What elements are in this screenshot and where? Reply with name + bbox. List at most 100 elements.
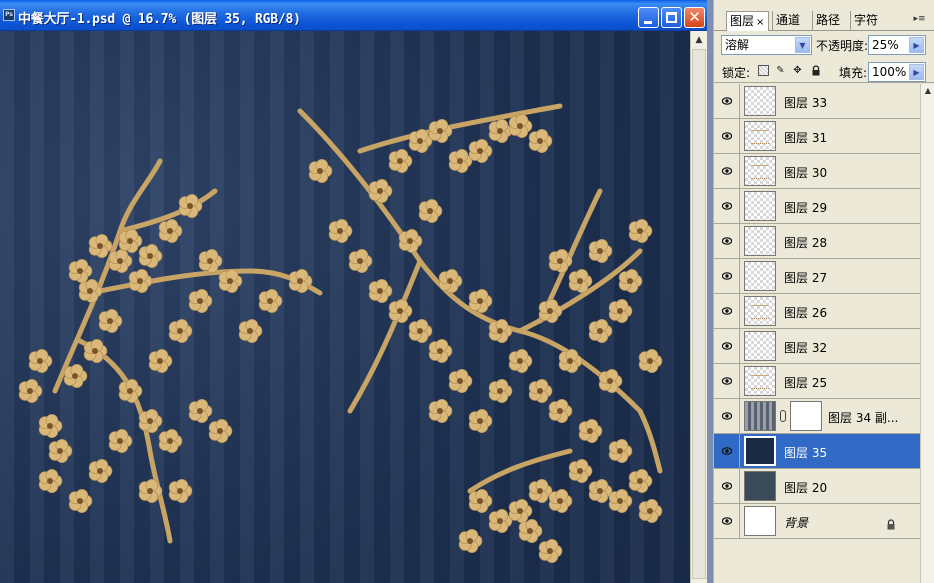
layer-thumbnail[interactable] bbox=[744, 366, 776, 396]
blossom-flower bbox=[468, 408, 493, 434]
fill-slider-arrow-icon[interactable]: ▶ bbox=[909, 64, 924, 80]
visibility-toggle[interactable] bbox=[714, 259, 740, 293]
blossom-flower bbox=[138, 244, 163, 268]
blossom-flower bbox=[348, 249, 373, 273]
layer-name[interactable]: 图层 29 bbox=[784, 199, 827, 216]
layer-mask-thumbnail[interactable] bbox=[790, 401, 822, 431]
document-titlebar[interactable]: Ps 中餐大厅-1.psd @ 16.7% (图层 35, RGB/8) ✕ bbox=[0, 0, 707, 31]
blossom-flower bbox=[488, 119, 513, 143]
layer-thumbnail[interactable] bbox=[744, 296, 776, 326]
visibility-toggle[interactable] bbox=[714, 189, 740, 223]
blossom-flower bbox=[308, 159, 333, 183]
layer-thumbnail[interactable] bbox=[744, 121, 776, 151]
layer-row[interactable]: 图层 27 bbox=[714, 259, 920, 294]
visibility-toggle[interactable] bbox=[714, 469, 740, 503]
opacity-field[interactable]: 25% ▶ bbox=[868, 35, 926, 55]
blossom-flower bbox=[83, 338, 108, 364]
maximize-icon bbox=[666, 12, 677, 23]
scroll-up-arrow-icon[interactable]: ▲ bbox=[922, 85, 934, 97]
blossom-flower bbox=[528, 478, 553, 504]
layer-name[interactable]: 背景 bbox=[784, 514, 808, 531]
scrollbar-thumb[interactable] bbox=[692, 49, 706, 579]
tab-paths[interactable]: 路径 bbox=[812, 11, 843, 31]
visibility-toggle[interactable] bbox=[714, 399, 740, 433]
layer-name[interactable]: 图层 32 bbox=[784, 339, 827, 356]
blossom-flower bbox=[408, 318, 433, 344]
mask-link-chain-icon[interactable] bbox=[780, 410, 786, 422]
visibility-toggle[interactable] bbox=[714, 84, 740, 118]
lock-pixels-brush-icon[interactable]: ✎ bbox=[775, 65, 786, 76]
visibility-toggle[interactable] bbox=[714, 119, 740, 153]
layer-name[interactable]: 图层 33 bbox=[784, 94, 827, 111]
layer-name[interactable]: 图层 31 bbox=[784, 129, 827, 146]
layer-name[interactable]: 图层 26 bbox=[784, 304, 827, 321]
blend-mode-select[interactable]: 溶解 ▼ bbox=[721, 35, 812, 55]
blossom-flower bbox=[488, 508, 513, 534]
layer-thumbnail[interactable] bbox=[744, 331, 776, 361]
layer-thumbnail[interactable] bbox=[744, 226, 776, 256]
layer-name[interactable]: 图层 35 bbox=[784, 444, 827, 461]
document-vertical-scrollbar[interactable]: ▲ bbox=[690, 31, 707, 583]
chevron-down-icon[interactable]: ▼ bbox=[795, 37, 810, 53]
layer-row[interactable]: 图层 20 bbox=[714, 469, 920, 504]
layer-thumbnail[interactable] bbox=[744, 401, 776, 431]
layer-thumbnail[interactable] bbox=[744, 86, 776, 116]
blossom-flower bbox=[448, 149, 473, 173]
layer-row[interactable]: 背景 bbox=[714, 504, 920, 539]
layer-name[interactable]: 图层 20 bbox=[784, 479, 827, 496]
layer-thumbnail[interactable] bbox=[744, 261, 776, 291]
tab-close-icon[interactable]: × bbox=[756, 14, 764, 32]
layer-name[interactable]: 图层 30 bbox=[784, 164, 827, 181]
layer-thumbnail[interactable] bbox=[744, 156, 776, 186]
visibility-toggle[interactable] bbox=[714, 294, 740, 328]
lock-position-move-icon[interactable]: ✥ bbox=[792, 65, 803, 76]
layer-row[interactable]: 图层 29 bbox=[714, 189, 920, 224]
close-button[interactable]: ✕ bbox=[684, 7, 705, 28]
layer-row[interactable]: 图层 30 bbox=[714, 154, 920, 189]
scroll-up-arrow-icon[interactable]: ▲ bbox=[692, 33, 706, 47]
layers-scrollbar[interactable]: ▲ bbox=[920, 84, 934, 583]
layer-name[interactable]: 图层 28 bbox=[784, 234, 827, 251]
visibility-toggle[interactable] bbox=[714, 329, 740, 363]
tab-channels[interactable]: 通道 bbox=[772, 11, 803, 31]
lock-transparency-icon[interactable] bbox=[758, 65, 769, 76]
layer-row[interactable]: 图层 35 bbox=[714, 434, 920, 469]
layer-row[interactable]: 图层 32 bbox=[714, 329, 920, 364]
panel-menu-icon[interactable]: ▸≡ bbox=[913, 13, 926, 26]
layer-row[interactable]: 图层 26 bbox=[714, 294, 920, 329]
layer-row[interactable]: 图层 34 副... bbox=[714, 399, 920, 434]
lock-all-icon[interactable] bbox=[810, 65, 821, 76]
layer-name[interactable]: 图层 25 bbox=[784, 374, 827, 391]
tab-characters[interactable]: 字符 bbox=[850, 11, 881, 31]
visibility-toggle[interactable] bbox=[714, 224, 740, 258]
blossom-flower bbox=[538, 298, 563, 324]
minimize-button[interactable] bbox=[638, 7, 659, 28]
layer-name[interactable]: 图层 34 副... bbox=[828, 409, 898, 426]
layer-thumbnail[interactable] bbox=[744, 191, 776, 221]
visibility-toggle[interactable] bbox=[714, 434, 740, 468]
layer-row[interactable]: 图层 33 bbox=[714, 84, 920, 119]
tab-layers[interactable]: 图层 × bbox=[726, 11, 769, 31]
visibility-toggle[interactable] bbox=[714, 364, 740, 398]
fill-field[interactable]: 100% ▶ bbox=[868, 62, 926, 82]
blossom-flower bbox=[538, 538, 563, 564]
tab-layers-label: 图层 bbox=[730, 14, 755, 28]
layer-row[interactable]: 图层 31 bbox=[714, 119, 920, 154]
layer-thumbnail[interactable] bbox=[744, 436, 776, 466]
blossom-flower bbox=[438, 269, 463, 293]
opacity-slider-arrow-icon[interactable]: ▶ bbox=[909, 37, 924, 53]
layer-thumbnail[interactable] bbox=[744, 506, 776, 536]
visibility-toggle[interactable] bbox=[714, 154, 740, 188]
maximize-button[interactable] bbox=[661, 7, 682, 28]
fill-value: 100% bbox=[872, 65, 907, 79]
blossom-flower bbox=[548, 488, 573, 514]
blossom-flower bbox=[138, 408, 163, 434]
visibility-toggle[interactable] bbox=[714, 504, 740, 538]
layer-row[interactable]: 图层 28 bbox=[714, 224, 920, 259]
layer-row[interactable]: 图层 25 bbox=[714, 364, 920, 399]
blossom-flower bbox=[28, 348, 53, 374]
layer-thumbnail[interactable] bbox=[744, 471, 776, 501]
blossom-flower bbox=[578, 418, 603, 444]
document-canvas[interactable] bbox=[0, 31, 690, 583]
layer-name[interactable]: 图层 27 bbox=[784, 269, 827, 286]
